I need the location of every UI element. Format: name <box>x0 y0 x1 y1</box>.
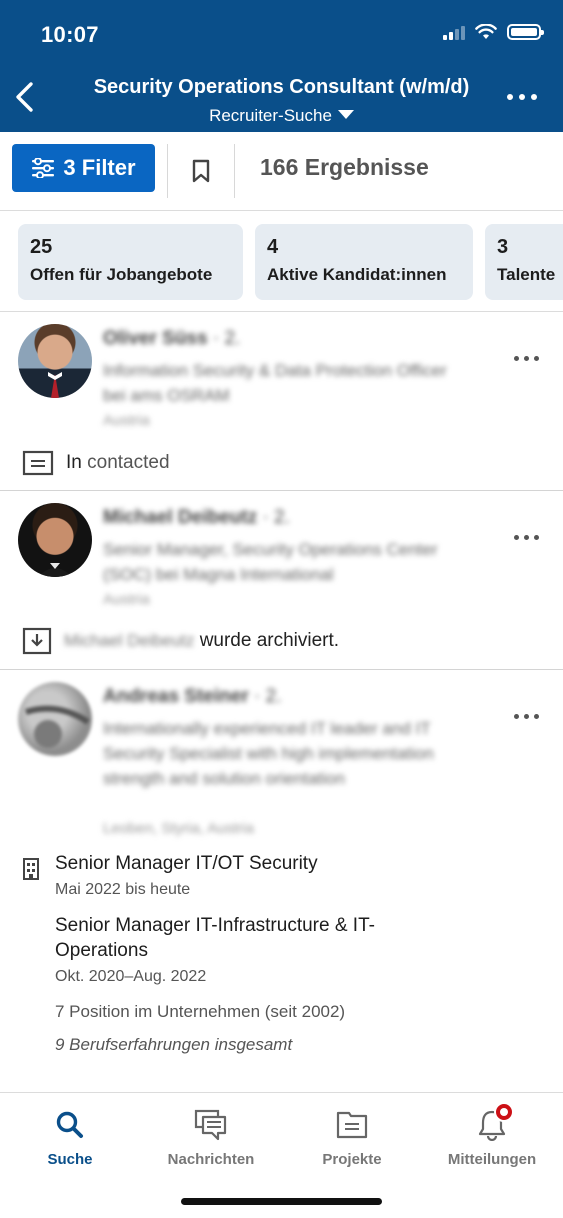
tab-label: Projekte <box>322 1151 382 1168</box>
total-experience[interactable]: 9 Berufserfahrungen insgesamt <box>55 1035 292 1055</box>
note-name: Michael Deibeutz <box>64 631 195 650</box>
stat-open-to-work[interactable]: 25 Offen für Jobangebote <box>18 224 243 300</box>
candidate-location: Austria <box>103 412 150 429</box>
divider <box>167 144 168 198</box>
candidate-name[interactable]: Oliver Süss · 2. <box>103 328 240 350</box>
filter-button[interactable]: 3 Filter <box>12 144 155 192</box>
stats-row: 25 Offen für Jobangebote 4 Aktive Kandid… <box>0 212 563 312</box>
stat-count: 3 <box>497 236 509 258</box>
candidate-headline: Internationally experienced IT leader an… <box>103 719 434 788</box>
page-title: Security Operations Consultant (w/m/d) <box>93 76 470 98</box>
wifi-icon <box>475 24 497 39</box>
tab-projects[interactable]: Projekte <box>292 1107 412 1168</box>
archive-icon <box>22 627 52 655</box>
search-icon <box>56 1111 83 1138</box>
avatar[interactable] <box>18 682 92 756</box>
candidate-name[interactable]: Andreas Steiner · 2. <box>103 686 281 708</box>
more-options-icon[interactable] <box>514 356 539 361</box>
stat-label: Aktive Kandidat:innen <box>267 265 447 284</box>
profile-photo <box>38 563 72 577</box>
filter-label: 3 Filter <box>63 155 136 180</box>
caret-down-icon <box>337 110 354 119</box>
tab-notifications[interactable]: Mitteilungen <box>432 1102 552 1168</box>
notification-badge <box>494 1102 514 1122</box>
search-type-label: Recruiter-Suche <box>209 106 332 125</box>
experience-title: Senior Manager IT-Infrastructure & IT- <box>55 915 375 936</box>
experience-title: Senior Manager IT/OT Security <box>55 853 318 874</box>
avatar[interactable] <box>18 324 92 398</box>
note-text: wurde archiviert. <box>199 630 340 651</box>
more-options-icon[interactable] <box>507 94 537 100</box>
note-text: contacted <box>87 452 170 473</box>
candidate-headline: Senior Manager, Security Operations Cent… <box>103 540 438 584</box>
candidate-name[interactable]: Michael Deibeutz · 2. <box>103 507 290 529</box>
status-time: 10:07 <box>41 22 99 47</box>
folder-icon <box>336 1111 368 1139</box>
tab-label: Mitteilungen <box>447 1151 537 1168</box>
home-indicator[interactable] <box>181 1198 382 1205</box>
tab-search[interactable]: Suche <box>10 1107 130 1168</box>
app-header: 10:07 Security Operations Consultant (w/… <box>0 0 563 132</box>
experience-dates: Okt. 2020–Aug. 2022 <box>55 968 207 985</box>
profile-photo <box>48 372 62 398</box>
search-toolbar: 3 Filter 166 Ergebnisse <box>0 132 563 211</box>
stat-label: Offen für Jobangebote <box>30 265 213 284</box>
experience-title-cont: Operations <box>55 940 148 961</box>
candidate-location: Austria <box>103 591 150 608</box>
status-icons <box>443 24 544 40</box>
profile-photo <box>25 705 90 748</box>
bookmark-icon[interactable] <box>192 159 210 183</box>
note-icon <box>22 450 54 476</box>
note-prefix: In <box>66 452 82 473</box>
search-type-dropdown[interactable]: Recruiter-Suche <box>0 106 563 126</box>
candidate-card[interactable]: Michael Deibeutz · 2. Senior Manager, Se… <box>0 491 563 670</box>
stat-active-candidates[interactable]: 4 Aktive Kandidat:innen <box>255 224 473 300</box>
battery-icon <box>507 24 544 40</box>
avatar[interactable] <box>18 503 92 577</box>
stat-count: 4 <box>267 236 279 258</box>
status-note: Michael Deibeutz wurde archiviert. <box>22 627 339 655</box>
messages-icon <box>194 1109 227 1141</box>
tab-messages[interactable]: Nachrichten <box>151 1107 271 1168</box>
candidate-location: Leoben, Styria, Austria <box>103 820 254 837</box>
more-options-icon[interactable] <box>514 535 539 540</box>
signal-icon <box>443 24 465 40</box>
sliders-icon <box>32 158 55 178</box>
candidate-headline: Information Security & Data Protection O… <box>103 361 447 405</box>
tab-label: Nachrichten <box>167 1151 255 1168</box>
stat-count: 25 <box>30 236 53 258</box>
tab-label: Suche <box>47 1151 93 1168</box>
candidate-card[interactable]: Oliver Süss · 2. Information Security & … <box>0 312 563 491</box>
status-note: In contacted <box>22 450 170 476</box>
positions-info: 7 Position im Unternehmen (seit 2002) <box>55 1002 346 1021</box>
stat-label: Talente <box>497 265 556 284</box>
divider <box>234 144 235 198</box>
experience-dates: Mai 2022 bis heute <box>55 881 191 898</box>
stat-talents[interactable]: 3 Talente <box>485 224 563 300</box>
more-options-icon[interactable] <box>514 714 539 719</box>
results-count: 166 Ergebnisse <box>260 154 429 180</box>
company-icon <box>23 858 39 880</box>
